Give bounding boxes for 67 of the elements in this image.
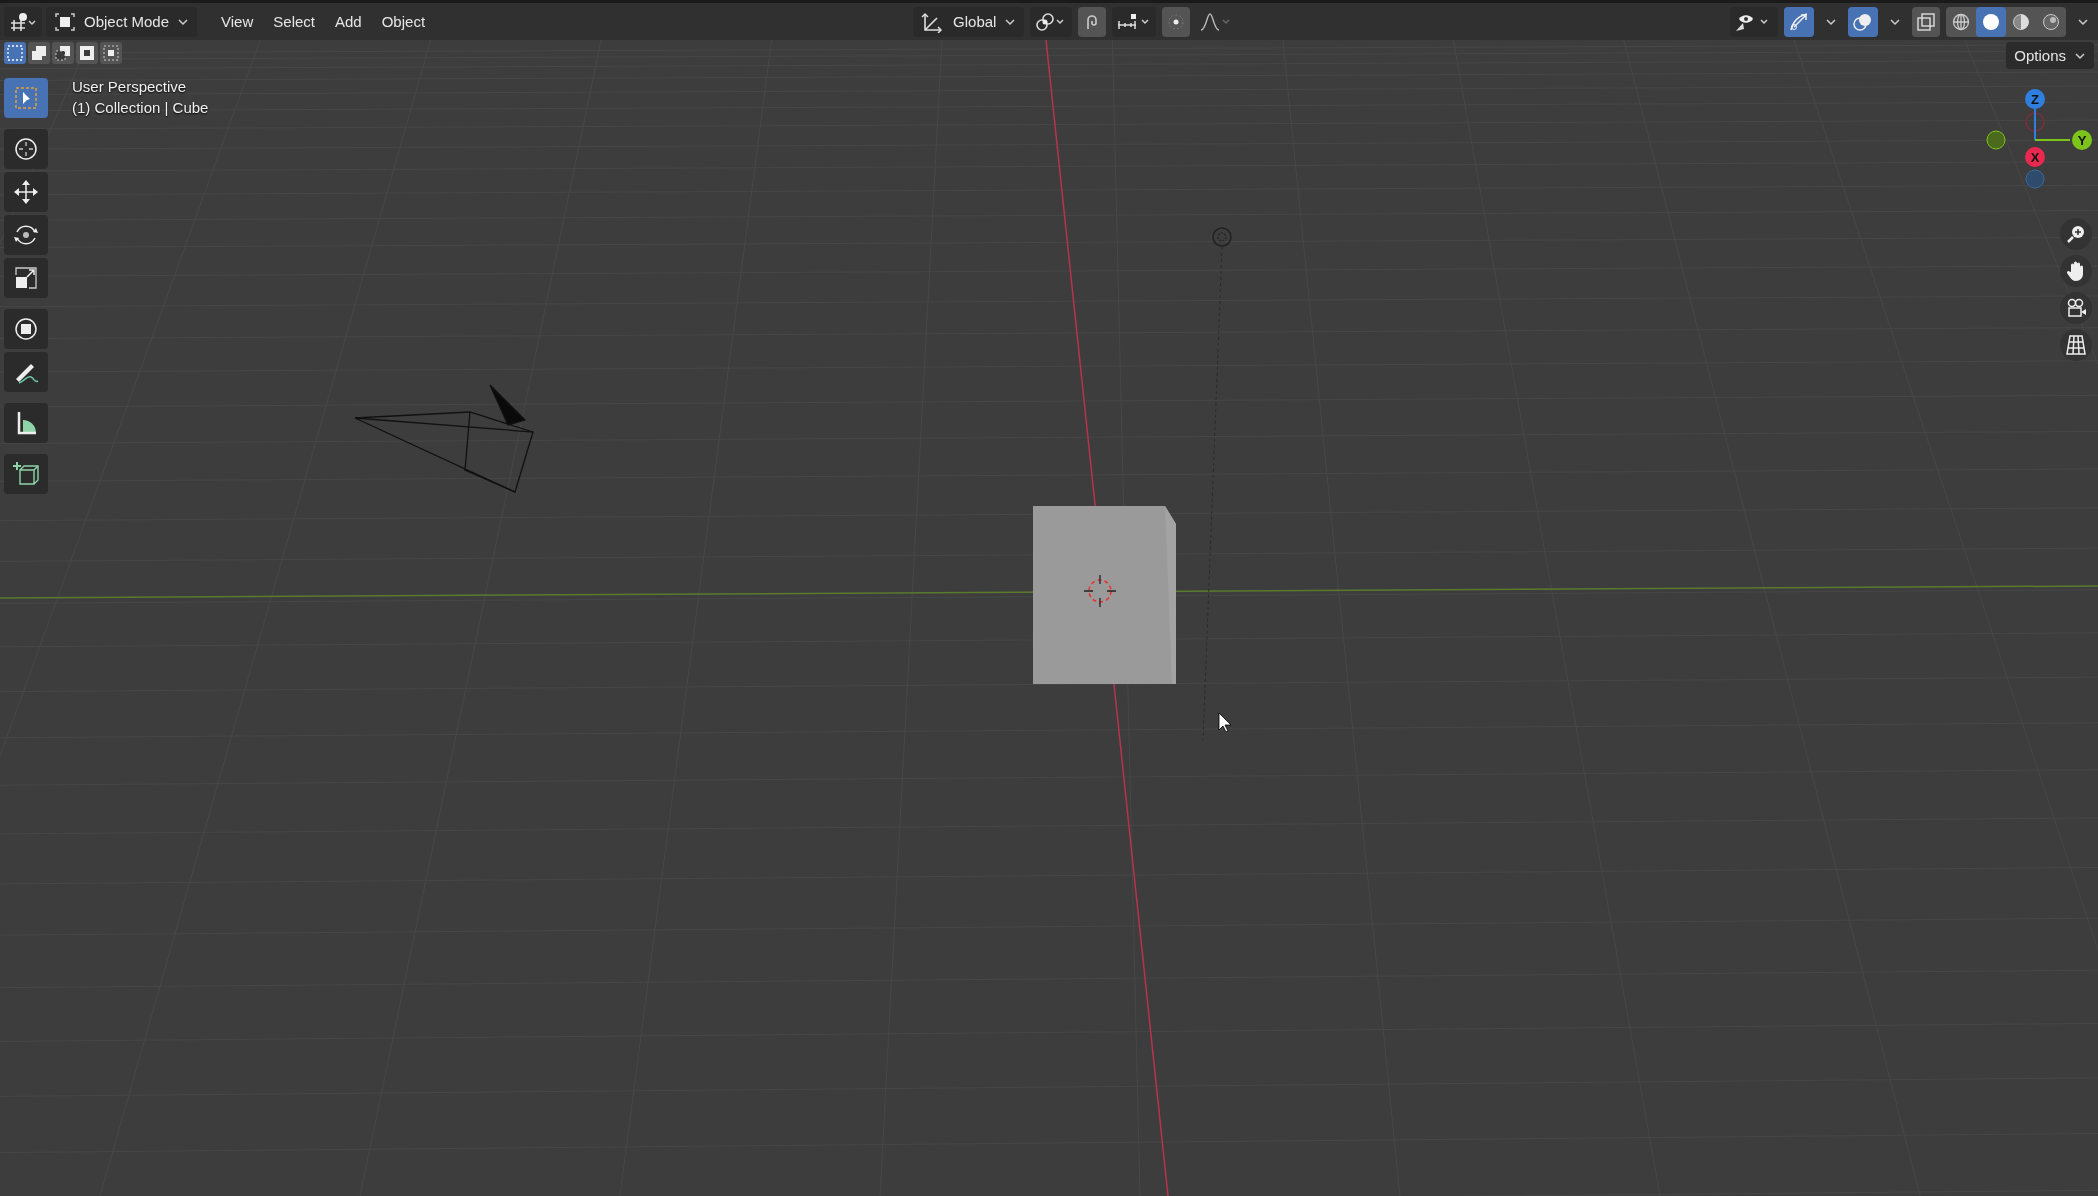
3d-cursor-icon [1083, 574, 1117, 608]
options-dropdown[interactable]: Options [2006, 42, 2094, 69]
visibility-dropdown[interactable] [1730, 6, 1778, 37]
rendered-sphere-icon [2041, 11, 2061, 32]
mode-dropdown[interactable]: Object Mode [46, 6, 198, 37]
object-mode-icon [54, 11, 76, 32]
tool-button[interactable] [4, 309, 48, 349]
viewport-icon [8, 10, 38, 33]
tool-button[interactable] [4, 215, 48, 255]
tool-button[interactable] [4, 454, 48, 494]
negative-z-axis-handle[interactable] [2025, 169, 2045, 189]
wireframe-sphere-icon [1951, 11, 1971, 32]
projection-button[interactable] [2060, 329, 2092, 361]
negative-y-axis-handle[interactable] [1986, 130, 2006, 150]
shading-mode-button[interactable] [1976, 6, 2006, 37]
chevron-down-icon [177, 17, 190, 26]
selection-mode-button[interactable] [100, 42, 122, 64]
menu-item[interactable]: Select [265, 9, 323, 34]
dashed-square-icon [6, 44, 24, 62]
gizmo-arrow-icon [1788, 10, 1810, 33]
mouse-pointer-icon [1218, 712, 1232, 733]
camera-view-button[interactable] [2060, 292, 2092, 324]
menu-item[interactable]: Object [373, 9, 434, 34]
overlapping-squares-icon [30, 44, 48, 62]
pivot-point-dropdown[interactable] [1030, 6, 1073, 37]
intersect-square-icon [102, 44, 120, 62]
tool-button[interactable] [4, 172, 48, 212]
menu-item[interactable]: Add [327, 9, 370, 34]
xray-toggle[interactable] [1912, 6, 1940, 37]
chevron-down-icon [1888, 16, 1902, 27]
selection-mode-button[interactable] [76, 42, 98, 64]
tool-button[interactable] [4, 403, 48, 443]
tool-button[interactable] [4, 258, 48, 298]
y-axis-line [2034, 139, 2071, 141]
chevron-down-icon [1004, 17, 1017, 26]
snap-target-dropdown[interactable] [1112, 6, 1157, 37]
chevron-down-icon [1824, 16, 1838, 27]
negative-x-axis-handle[interactable] [2025, 112, 2045, 132]
invert-square-icon [78, 44, 96, 62]
grid-icon [2064, 333, 2088, 357]
overlay-toggle[interactable] [1848, 6, 1878, 37]
tool-button[interactable] [4, 129, 48, 169]
chevron-down-icon [2074, 51, 2086, 60]
z-axis-line [2034, 108, 2036, 141]
axis-handle[interactable]: X [2025, 147, 2045, 167]
overlapping-squares-icon [1916, 11, 1936, 32]
proportional-editing-toggle[interactable] [1162, 6, 1191, 37]
transform-orientation-dropdown[interactable]: Global [913, 6, 1025, 37]
chevron-down-icon [2076, 16, 2090, 27]
pan-button[interactable] [2060, 255, 2092, 287]
menu-item[interactable]: View [213, 9, 262, 34]
tool-button[interactable] [4, 352, 48, 392]
view-name: User Perspective [72, 78, 188, 95]
selection-mode-button[interactable] [4, 42, 26, 64]
editor-type-button[interactable] [4, 6, 42, 37]
zoom-button[interactable] [2060, 218, 2092, 250]
axis-handle[interactable]: Y [2072, 130, 2092, 150]
material-sphere-icon [2011, 11, 2031, 32]
context-label: (1) Collection | Cube [72, 99, 209, 116]
gizmo-toggle[interactable] [1784, 6, 1814, 37]
subtract-squares-icon [54, 44, 72, 62]
axis-handle[interactable]: Z [2025, 89, 2045, 109]
selection-mode-button[interactable] [52, 42, 74, 64]
selection-mode-button[interactable] [28, 42, 50, 64]
dot-circle-icon [1166, 11, 1187, 32]
snap-toggle[interactable] [1078, 6, 1107, 37]
solid-sphere-icon [1981, 11, 2001, 32]
